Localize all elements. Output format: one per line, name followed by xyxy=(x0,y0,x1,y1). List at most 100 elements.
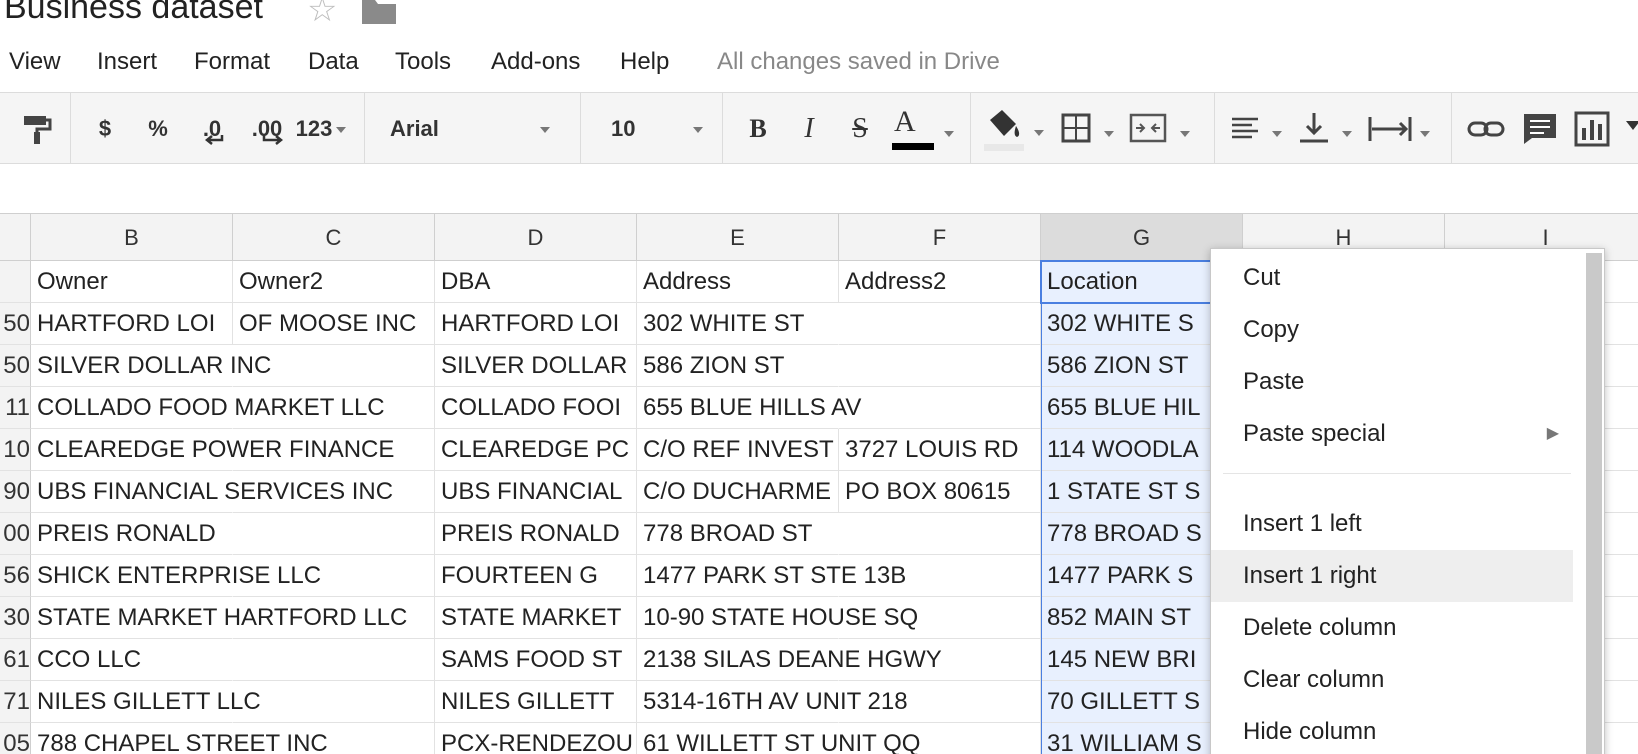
insert-link-button[interactable] xyxy=(1466,93,1506,165)
merge-cells-button[interactable] xyxy=(1128,93,1196,165)
data-cell[interactable]: SILVER DOLLAR INC xyxy=(31,345,271,387)
data-cell[interactable]: CLEAREDGE POWER FINANCE xyxy=(31,429,394,471)
decrease-decimal-button[interactable]: .0 xyxy=(192,93,232,165)
data-cell[interactable]: SAMS FOOD ST xyxy=(435,639,637,681)
data-cell[interactable]: 2138 SILAS DEANE HGWY xyxy=(637,639,942,681)
column-header-f[interactable]: F xyxy=(839,214,1041,261)
data-cell[interactable]: 586 ZION ST xyxy=(637,345,839,387)
data-cell[interactable]: PCX-RENDEZOU xyxy=(435,723,637,754)
context-menu-item-copy[interactable]: Copy xyxy=(1211,304,1573,356)
row-number[interactable]: 90 xyxy=(0,471,31,513)
context-menu-scrollbar[interactable] xyxy=(1586,253,1602,754)
document-title[interactable]: Business dataset xyxy=(4,0,263,27)
column-header-b[interactable]: B xyxy=(31,214,233,261)
strikethrough-button[interactable]: S xyxy=(843,93,877,165)
data-cell[interactable]: STATE MARKET xyxy=(435,597,637,639)
increase-decimal-button[interactable]: .00 xyxy=(244,93,290,165)
data-cell[interactable]: OF MOOSE INC xyxy=(233,303,435,345)
row-number[interactable]: 71 xyxy=(0,681,31,723)
data-cell[interactable]: 655 BLUE HILLS AV xyxy=(637,387,861,429)
data-cell[interactable]: 10-90 STATE HOUSE SQ xyxy=(637,597,918,639)
percent-button[interactable]: % xyxy=(143,93,173,165)
italic-button[interactable]: I xyxy=(792,93,826,165)
row-number[interactable]: 30 xyxy=(0,597,31,639)
data-cell[interactable] xyxy=(839,387,1041,429)
context-menu-item-insert-1-left[interactable]: Insert 1 left xyxy=(1211,498,1573,550)
menu-addons[interactable]: Add-ons xyxy=(491,42,580,82)
data-cell[interactable]: SILVER DOLLAR xyxy=(435,345,637,387)
data-cell[interactable]: 5314-16TH AV UNIT 218 xyxy=(637,681,908,723)
insert-chart-button[interactable] xyxy=(1572,93,1612,165)
menu-format[interactable]: Format xyxy=(194,42,270,82)
column-header-e[interactable]: E xyxy=(637,214,839,261)
context-menu-item-delete-column[interactable]: Delete column xyxy=(1211,602,1573,654)
data-cell[interactable]: 61 WILLETT ST UNIT QQ xyxy=(637,723,920,754)
corner-cell[interactable] xyxy=(0,214,31,261)
data-cell[interactable]: 788 CHAPEL STREET INC xyxy=(31,723,328,754)
column-header-d[interactable]: D xyxy=(435,214,637,261)
row-number[interactable] xyxy=(0,261,31,303)
more-tools-button[interactable] xyxy=(1620,93,1638,165)
data-cell[interactable]: HARTFORD LOI xyxy=(435,303,637,345)
data-cell[interactable]: NILES GILLETT xyxy=(435,681,637,723)
borders-button[interactable] xyxy=(1060,93,1122,165)
formula-bar[interactable] xyxy=(0,164,1638,214)
context-menu-item-paste-special[interactable]: Paste special ▶ xyxy=(1211,408,1573,460)
row-number[interactable]: 10 xyxy=(0,429,31,471)
data-cell[interactable] xyxy=(233,639,435,681)
data-cell[interactable]: UBS FINANCIAL xyxy=(435,471,637,513)
data-cell[interactable]: PREIS RONALD xyxy=(31,513,233,555)
fill-color-button[interactable] xyxy=(982,93,1046,165)
data-cell[interactable]: STATE MARKET HARTFORD LLC xyxy=(31,597,407,639)
context-menu-item-hide-column[interactable]: Hide column xyxy=(1211,706,1573,754)
text-color-button[interactable]: A xyxy=(890,93,962,165)
context-menu-item-cut[interactable]: Cut xyxy=(1211,252,1573,304)
header-cell[interactable]: DBA xyxy=(435,261,637,303)
text-wrapping-button[interactable] xyxy=(1366,93,1436,165)
horizontal-align-button[interactable] xyxy=(1228,93,1290,165)
row-number[interactable]: 61 xyxy=(0,639,31,681)
menu-insert[interactable]: Insert xyxy=(97,42,157,82)
row-number[interactable]: 00 xyxy=(0,513,31,555)
data-cell[interactable]: SHICK ENTERPRISE LLC xyxy=(31,555,321,597)
vertical-align-button[interactable] xyxy=(1296,93,1360,165)
data-cell[interactable]: UBS FINANCIAL SERVICES INC xyxy=(31,471,393,513)
menu-tools[interactable]: Tools xyxy=(395,42,451,82)
paint-format-icon[interactable] xyxy=(14,93,60,165)
data-cell[interactable]: CLEAREDGE PC xyxy=(435,429,637,471)
folder-icon[interactable] xyxy=(362,0,396,24)
row-number[interactable]: 11 xyxy=(0,387,31,429)
data-cell[interactable]: CCO LLC xyxy=(31,639,233,681)
star-icon[interactable]: ☆ xyxy=(307,0,337,30)
header-cell[interactable]: Address2 xyxy=(839,261,1041,303)
insert-comment-button[interactable] xyxy=(1520,93,1560,165)
context-menu-item-paste[interactable]: Paste xyxy=(1211,356,1573,408)
currency-button[interactable]: $ xyxy=(90,93,120,165)
header-cell[interactable]: Owner2 xyxy=(233,261,435,303)
row-number[interactable]: 50 xyxy=(0,345,31,387)
data-cell[interactable]: NILES GILLETT LLC xyxy=(31,681,261,723)
data-cell[interactable]: HARTFORD LOI xyxy=(31,303,233,345)
data-cell[interactable]: 302 WHITE ST xyxy=(637,303,839,345)
row-number[interactable]: 50 xyxy=(0,303,31,345)
row-number[interactable]: 56 xyxy=(0,555,31,597)
font-size-dropdown[interactable]: 10 xyxy=(581,93,721,165)
context-menu-item-clear-column[interactable]: Clear column xyxy=(1211,654,1573,706)
row-number[interactable]: 05 xyxy=(0,723,31,754)
header-cell[interactable]: Owner xyxy=(31,261,233,303)
font-family-dropdown[interactable]: Arial xyxy=(365,93,579,165)
bold-button[interactable]: B xyxy=(741,93,775,165)
data-cell[interactable]: 3727 LOUIS RD xyxy=(839,429,1041,471)
header-cell[interactable]: Address xyxy=(637,261,839,303)
data-cell[interactable] xyxy=(839,303,1041,345)
data-cell[interactable]: 1477 PARK ST STE 13B xyxy=(637,555,906,597)
data-cell[interactable] xyxy=(839,345,1041,387)
menu-help[interactable]: Help xyxy=(620,42,669,82)
data-cell[interactable]: PO BOX 80615 xyxy=(839,471,1041,513)
data-cell[interactable]: 778 BROAD ST xyxy=(637,513,839,555)
data-cell[interactable]: C/O REF INVEST xyxy=(637,429,839,471)
column-header-c[interactable]: C xyxy=(233,214,435,261)
data-cell[interactable]: C/O DUCHARME xyxy=(637,471,839,513)
context-menu-item-insert-1-right[interactable]: Insert 1 right xyxy=(1211,550,1573,602)
number-format-dropdown[interactable]: 123 xyxy=(292,93,348,165)
